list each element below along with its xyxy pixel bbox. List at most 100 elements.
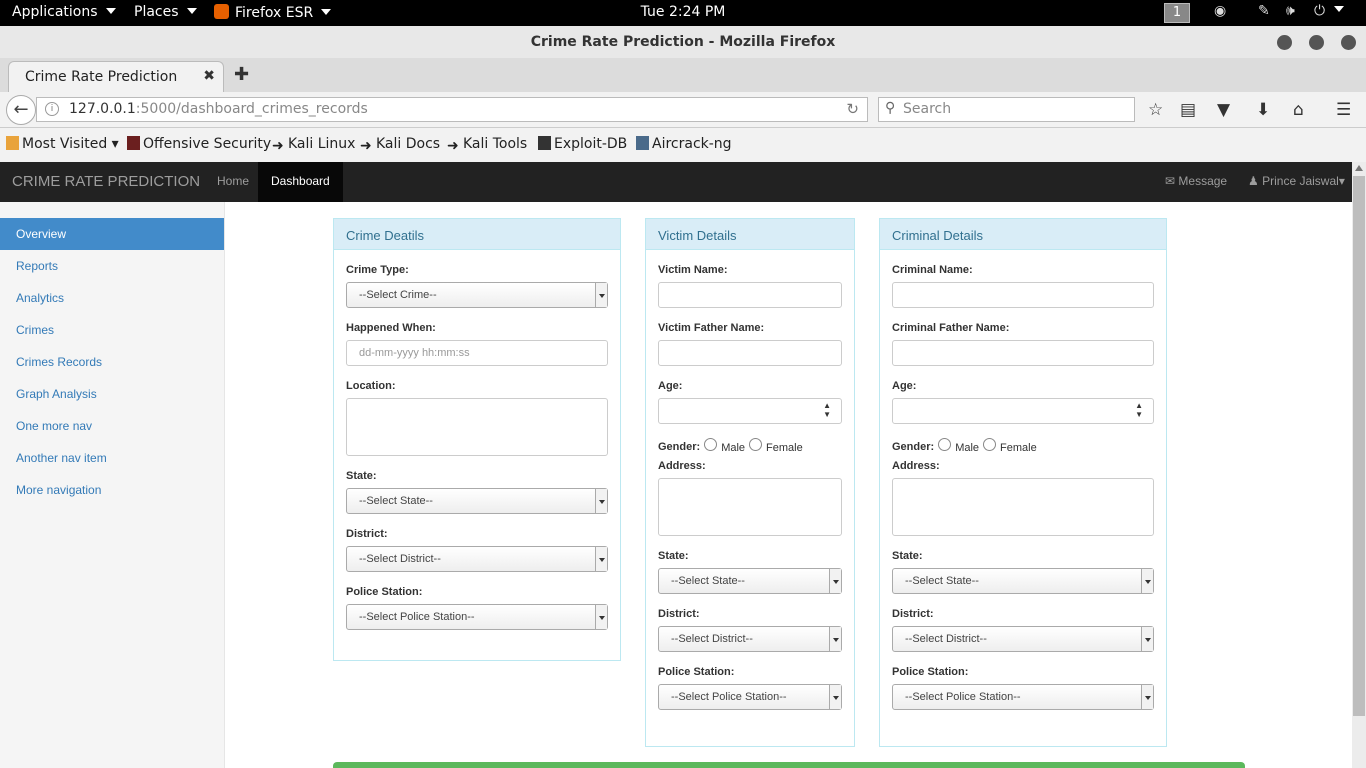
back-button[interactable]: ← bbox=[6, 95, 36, 125]
victim-state-select[interactable]: --Select State-- bbox=[658, 568, 842, 594]
camera-icon[interactable]: ◉ bbox=[1214, 3, 1226, 19]
sidebar-item-overview[interactable]: Overview bbox=[0, 218, 224, 250]
victim-gender-male-radio[interactable] bbox=[704, 438, 718, 451]
window-titlebar: Crime Rate Prediction - Mozilla Firefox bbox=[0, 26, 1366, 58]
victim-age-input[interactable]: ▲ ▼ bbox=[658, 398, 842, 424]
maximize-button[interactable] bbox=[1309, 35, 1324, 50]
spinner-arrows-icon[interactable]: ▲ ▼ bbox=[1135, 401, 1143, 419]
bookmark-label: Most Visited bbox=[22, 136, 108, 152]
sidebar-item-graph-analysis[interactable]: Graph Analysis bbox=[0, 378, 224, 410]
menu-icon[interactable]: ☰ bbox=[1336, 100, 1351, 120]
victim-district-select[interactable]: --Select District-- bbox=[658, 626, 842, 652]
power-icon[interactable]: ⏻ bbox=[1314, 3, 1325, 19]
location-textarea[interactable] bbox=[346, 398, 608, 456]
criminal-father-name-input[interactable] bbox=[892, 340, 1154, 366]
criminal-gender-male-radio[interactable] bbox=[938, 438, 952, 451]
close-tab-icon[interactable]: ✖ bbox=[203, 68, 215, 84]
chevron-down-icon bbox=[829, 685, 841, 709]
bookmark-kali-docs[interactable]: ➜ Kali Docs bbox=[360, 136, 440, 154]
bookmark-kali-tools[interactable]: ➜ Kali Tools bbox=[447, 136, 527, 154]
criminal-police-station-select[interactable]: --Select Police Station-- bbox=[892, 684, 1154, 710]
bookmark-kali-linux[interactable]: ➜ Kali Linux bbox=[272, 136, 355, 154]
home-icon[interactable]: ⌂ bbox=[1293, 100, 1304, 120]
bookmark-exploit-db[interactable]: Exploit-DB bbox=[538, 136, 627, 152]
sidebar-item-crimes-records[interactable]: Crimes Records bbox=[0, 346, 224, 378]
pocket-icon[interactable]: ▼ bbox=[1217, 100, 1230, 120]
submit-button[interactable] bbox=[333, 762, 1245, 768]
minimize-button[interactable] bbox=[1277, 35, 1292, 50]
criminal-address-textarea[interactable] bbox=[892, 478, 1154, 536]
message-label: Message bbox=[1178, 174, 1228, 188]
criminal-name-input[interactable] bbox=[892, 282, 1154, 308]
tab-crime-rate-prediction[interactable]: Crime Rate Prediction ✖ bbox=[8, 61, 224, 92]
state-select[interactable]: --Select State-- bbox=[346, 488, 608, 514]
sidebar-item-one-more-nav[interactable]: One more nav bbox=[0, 410, 224, 442]
scroll-up-icon[interactable] bbox=[1355, 165, 1363, 171]
pen-icon[interactable]: ✎ bbox=[1258, 3, 1270, 19]
victim-address-textarea[interactable] bbox=[658, 478, 842, 536]
offsec-icon bbox=[127, 136, 140, 150]
clock[interactable]: Tue 2:24 PM bbox=[0, 4, 1366, 20]
info-icon[interactable]: i bbox=[45, 102, 59, 116]
search-input[interactable]: ⚲ Search bbox=[878, 97, 1135, 122]
chevron-down-icon bbox=[829, 627, 841, 651]
district-select[interactable]: --Select District-- bbox=[346, 546, 608, 572]
nav-message[interactable]: ✉ Message bbox=[1165, 174, 1227, 188]
sidebar-item-another-nav[interactable]: Another nav item bbox=[0, 442, 224, 474]
criminal-district-select[interactable]: --Select District-- bbox=[892, 626, 1154, 652]
workspace-indicator[interactable]: 1 bbox=[1164, 3, 1190, 23]
sidebar-item-reports[interactable]: Reports bbox=[0, 250, 224, 282]
bookmark-most-visited[interactable]: Most Visited ▾ bbox=[6, 136, 119, 152]
page-scrollbar[interactable] bbox=[1352, 162, 1366, 768]
sidebar-item-more-navigation[interactable]: More navigation bbox=[0, 474, 224, 506]
chevron-down-icon[interactable] bbox=[1334, 6, 1344, 12]
new-tab-button[interactable]: ✚ bbox=[234, 64, 249, 85]
sidebar-item-crimes[interactable]: Crimes bbox=[0, 314, 224, 346]
spinner-arrows-icon[interactable]: ▲ ▼ bbox=[823, 401, 831, 419]
nav-user-menu[interactable]: ♟ Prince Jaiswal▾ bbox=[1248, 174, 1345, 188]
happened-when-input[interactable]: dd-mm-yyyy hh:mm:ss bbox=[346, 340, 608, 366]
sidebar: Overview Reports Analytics Crimes Crimes… bbox=[0, 202, 225, 768]
url-host: 127.0.0.1 bbox=[69, 101, 136, 117]
scrollbar-thumb[interactable] bbox=[1353, 176, 1365, 716]
user-icon: ♟ bbox=[1248, 174, 1259, 188]
download-icon[interactable]: ⬇ bbox=[1256, 100, 1270, 120]
criminal-age-input[interactable]: ▲ ▼ bbox=[892, 398, 1154, 424]
sidebar-item-analytics[interactable]: Analytics bbox=[0, 282, 224, 314]
police-station-select[interactable]: --Select Police Station-- bbox=[346, 604, 608, 630]
chevron-down-icon bbox=[1141, 685, 1153, 709]
chevron-down-icon bbox=[1141, 569, 1153, 593]
brand[interactable]: CRIME RATE PREDICTION bbox=[12, 173, 200, 190]
victim-father-name-input[interactable] bbox=[658, 340, 842, 366]
victim-police-station-label: Police Station: bbox=[658, 666, 735, 678]
url-bar[interactable]: i 127.0.0.1:5000/dashboard_crimes_record… bbox=[36, 97, 868, 122]
select-value: --Select Police Station-- bbox=[671, 691, 787, 703]
male-label: Male bbox=[721, 442, 746, 454]
volume-icon[interactable]: 🕪 bbox=[1286, 3, 1295, 19]
bookmark-offensive-security[interactable]: Offensive Security bbox=[127, 136, 271, 152]
nav-home[interactable]: Home bbox=[217, 174, 249, 188]
criminal-address-label: Address: bbox=[892, 460, 940, 472]
os-top-bar: Applications Places Firefox ESR Tue 2:24… bbox=[0, 0, 1366, 26]
crime-type-select[interactable]: --Select Crime-- bbox=[346, 282, 608, 308]
chevron-down-icon bbox=[1141, 627, 1153, 651]
female-label: Female bbox=[766, 442, 803, 454]
victim-gender-group: Gender: Male Female bbox=[658, 438, 842, 454]
reload-icon[interactable]: ↻ bbox=[846, 100, 859, 118]
victim-police-station-select[interactable]: --Select Police Station-- bbox=[658, 684, 842, 710]
victim-name-input[interactable] bbox=[658, 282, 842, 308]
close-window-button[interactable] bbox=[1341, 35, 1356, 50]
reading-list-icon[interactable]: ▤ bbox=[1180, 100, 1196, 120]
happened-when-label: Happened When: bbox=[346, 322, 436, 334]
select-value: --Select Crime-- bbox=[359, 289, 437, 301]
bookmark-aircrack-ng[interactable]: Aircrack-ng bbox=[636, 136, 732, 152]
criminal-state-select[interactable]: --Select State-- bbox=[892, 568, 1154, 594]
criminal-gender-female-radio[interactable] bbox=[983, 438, 997, 451]
kali-icon: ➜ bbox=[360, 138, 372, 154]
victim-district-label: District: bbox=[658, 608, 700, 620]
select-value: --Select State-- bbox=[359, 495, 433, 507]
bookmark-star-icon[interactable]: ☆ bbox=[1148, 100, 1163, 120]
nav-dashboard[interactable]: Dashboard bbox=[258, 162, 343, 202]
victim-gender-female-radio[interactable] bbox=[749, 438, 763, 451]
select-value: --Select Police Station-- bbox=[359, 611, 475, 623]
